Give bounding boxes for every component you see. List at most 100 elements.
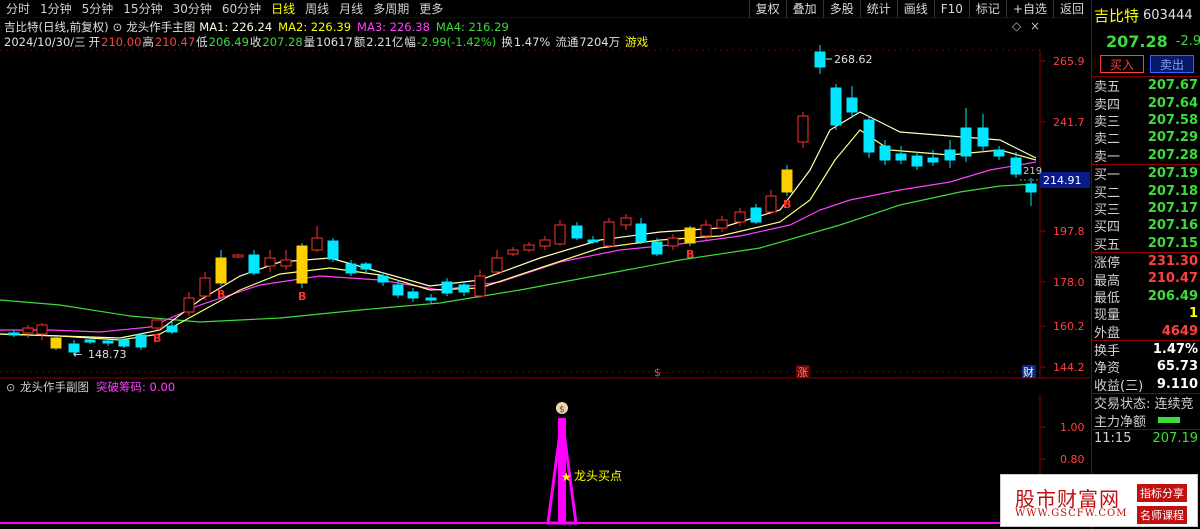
net-flow-label: 主力净额 [1094,414,1147,429]
candle [407,288,419,302]
stat-row[interactable]: 最低 206.49 [1092,288,1200,305]
candle [603,218,615,248]
buy-marker: B [298,290,306,303]
min-price-text: 148.73 [88,348,127,361]
ask-label: 卖五 [1094,80,1121,95]
candle [232,254,244,258]
sub-chart-header: ⊙ 龙头作手副图 突破筹码: 0.00 [6,380,175,394]
candle [895,146,907,164]
stat-row[interactable]: 涨停 231.30 [1092,253,1200,270]
ask-value: 207.58 [1147,112,1198,128]
tick-row: 11:15 207.19 [1092,430,1200,447]
bid-row[interactable]: 买四 207.16 [1092,217,1200,234]
stat-row[interactable]: 现量 1 [1092,305,1200,322]
bid-value: 207.17 [1147,200,1198,216]
bid-row[interactable]: 买二 207.18 [1092,182,1200,200]
candle [264,250,276,272]
signal-spike: $ ★ 龙头买点 [0,402,1040,525]
net-flow-row: 主力净额 [1092,411,1200,429]
watermark-tag2: 名师课程 [1137,506,1187,524]
candle [830,84,842,130]
stat2-row[interactable]: 收益(三) 9.110 [1092,376,1200,393]
candle [22,325,34,338]
site-watermark: 股市财富网 指标分享 WWW.GSCFW.COM 名师课程 [1000,474,1198,527]
candle [507,247,519,256]
watermark-tag1: 指标分享 [1137,484,1187,502]
stat2-value: 1.47% [1152,342,1198,358]
stat2-row[interactable]: 换手 1.47% [1092,341,1200,358]
candle [36,323,48,340]
candle [50,336,62,350]
y-tick-label: 144.2 [1053,361,1085,374]
stat-value: 231.30 [1147,254,1198,270]
diamond-icon[interactable]: ◇ [1012,19,1022,33]
stats-block-2: 换手 1.47% 净资 65.73 收益(三) 9.110 [1092,341,1200,393]
close-icon[interactable]: × [1030,19,1040,33]
candle [993,146,1005,160]
ask-value: 207.67 [1147,78,1198,94]
trade-buttons: 买入 卖出 [1092,52,1200,76]
candle [102,339,114,346]
bid-row[interactable]: 买五 207.15 [1092,235,1200,252]
min-price-label: ← 148.73 [73,348,127,361]
stat-row[interactable]: 最高 210.47 [1092,270,1200,287]
finance-tag: 财 [1023,365,1034,379]
bid-label: 买三 [1094,202,1121,218]
candle [863,116,875,158]
min-price-arrow: ← [73,348,82,361]
quote-header: 吉比特 603444 [1092,0,1200,30]
watermark-url: WWW.GSCFW.COM [1015,508,1128,519]
ask-value: 207.28 [1147,147,1198,163]
buy-marker: B [783,198,791,211]
candle [781,165,793,196]
stat2-label: 收益(三) [1094,378,1144,394]
stock-code: 603444 [1143,7,1193,23]
bid-row[interactable]: 买一 207.19 [1092,165,1200,182]
stat2-row[interactable]: 净资 65.73 [1092,358,1200,375]
dividend-tag: $ [654,366,661,379]
candle [814,45,826,74]
max-price-label: 268.62 [826,53,873,66]
money-bag-glyph: $ [559,405,565,415]
candle [765,190,777,214]
ask-row[interactable]: 卖二 207.29 [1092,129,1200,146]
stat2-label: 净资 [1094,361,1121,376]
stat-value: 4649 [1161,323,1198,339]
ask-label: 卖三 [1094,114,1121,130]
candle [327,238,339,262]
candle [458,282,470,296]
ask-label: 卖二 [1094,132,1121,147]
ask-row[interactable]: 卖五 207.67 [1092,77,1200,94]
candle [635,218,647,244]
candle [215,250,227,286]
candle [927,150,939,166]
buy-marker: B [686,248,694,261]
ask-row[interactable]: 卖三 207.58 [1092,112,1200,129]
ask-value: 207.64 [1147,95,1198,111]
sub-indicator-value: 突破筹码: 0.00 [96,380,175,394]
ask-book: 卖五 207.67 卖四 207.64 卖三 207.58 卖二 207.29 卖一 207.28 [1092,77,1200,164]
y-tick-label: 265.9 [1053,55,1085,68]
candle [667,234,679,250]
candle [523,242,535,252]
candles [8,45,1037,355]
limit-up-tag: 涨 [797,366,808,379]
bid-label: 买二 [1094,185,1121,200]
ask-row[interactable]: 卖四 207.64 [1092,94,1200,112]
bid-label: 买五 [1094,237,1121,252]
buy-marker: B [153,332,161,345]
stat-label: 涨停 [1094,256,1121,271]
y-tick-label: 197.8 [1053,225,1085,238]
bid-row[interactable]: 买三 207.17 [1092,200,1200,217]
y-tick-label: 241.7 [1053,116,1085,129]
sell-button[interactable]: 卖出 [1150,55,1194,73]
kline-chart[interactable]: ◇ × 265.9 241.7 197.8 178.0 160.2 144.2 B B B B B… [0,0,1090,529]
ask-row[interactable]: 卖一 207.28 [1092,147,1200,164]
candle [441,278,453,296]
candle [797,112,809,148]
candle [620,214,632,230]
sub-collapse-icon[interactable]: ⊙ [6,381,15,394]
stat-value: 206.49 [1147,288,1198,304]
stat-row[interactable]: 外盘 4649 [1092,322,1200,340]
buy-button[interactable]: 买入 [1100,55,1144,73]
